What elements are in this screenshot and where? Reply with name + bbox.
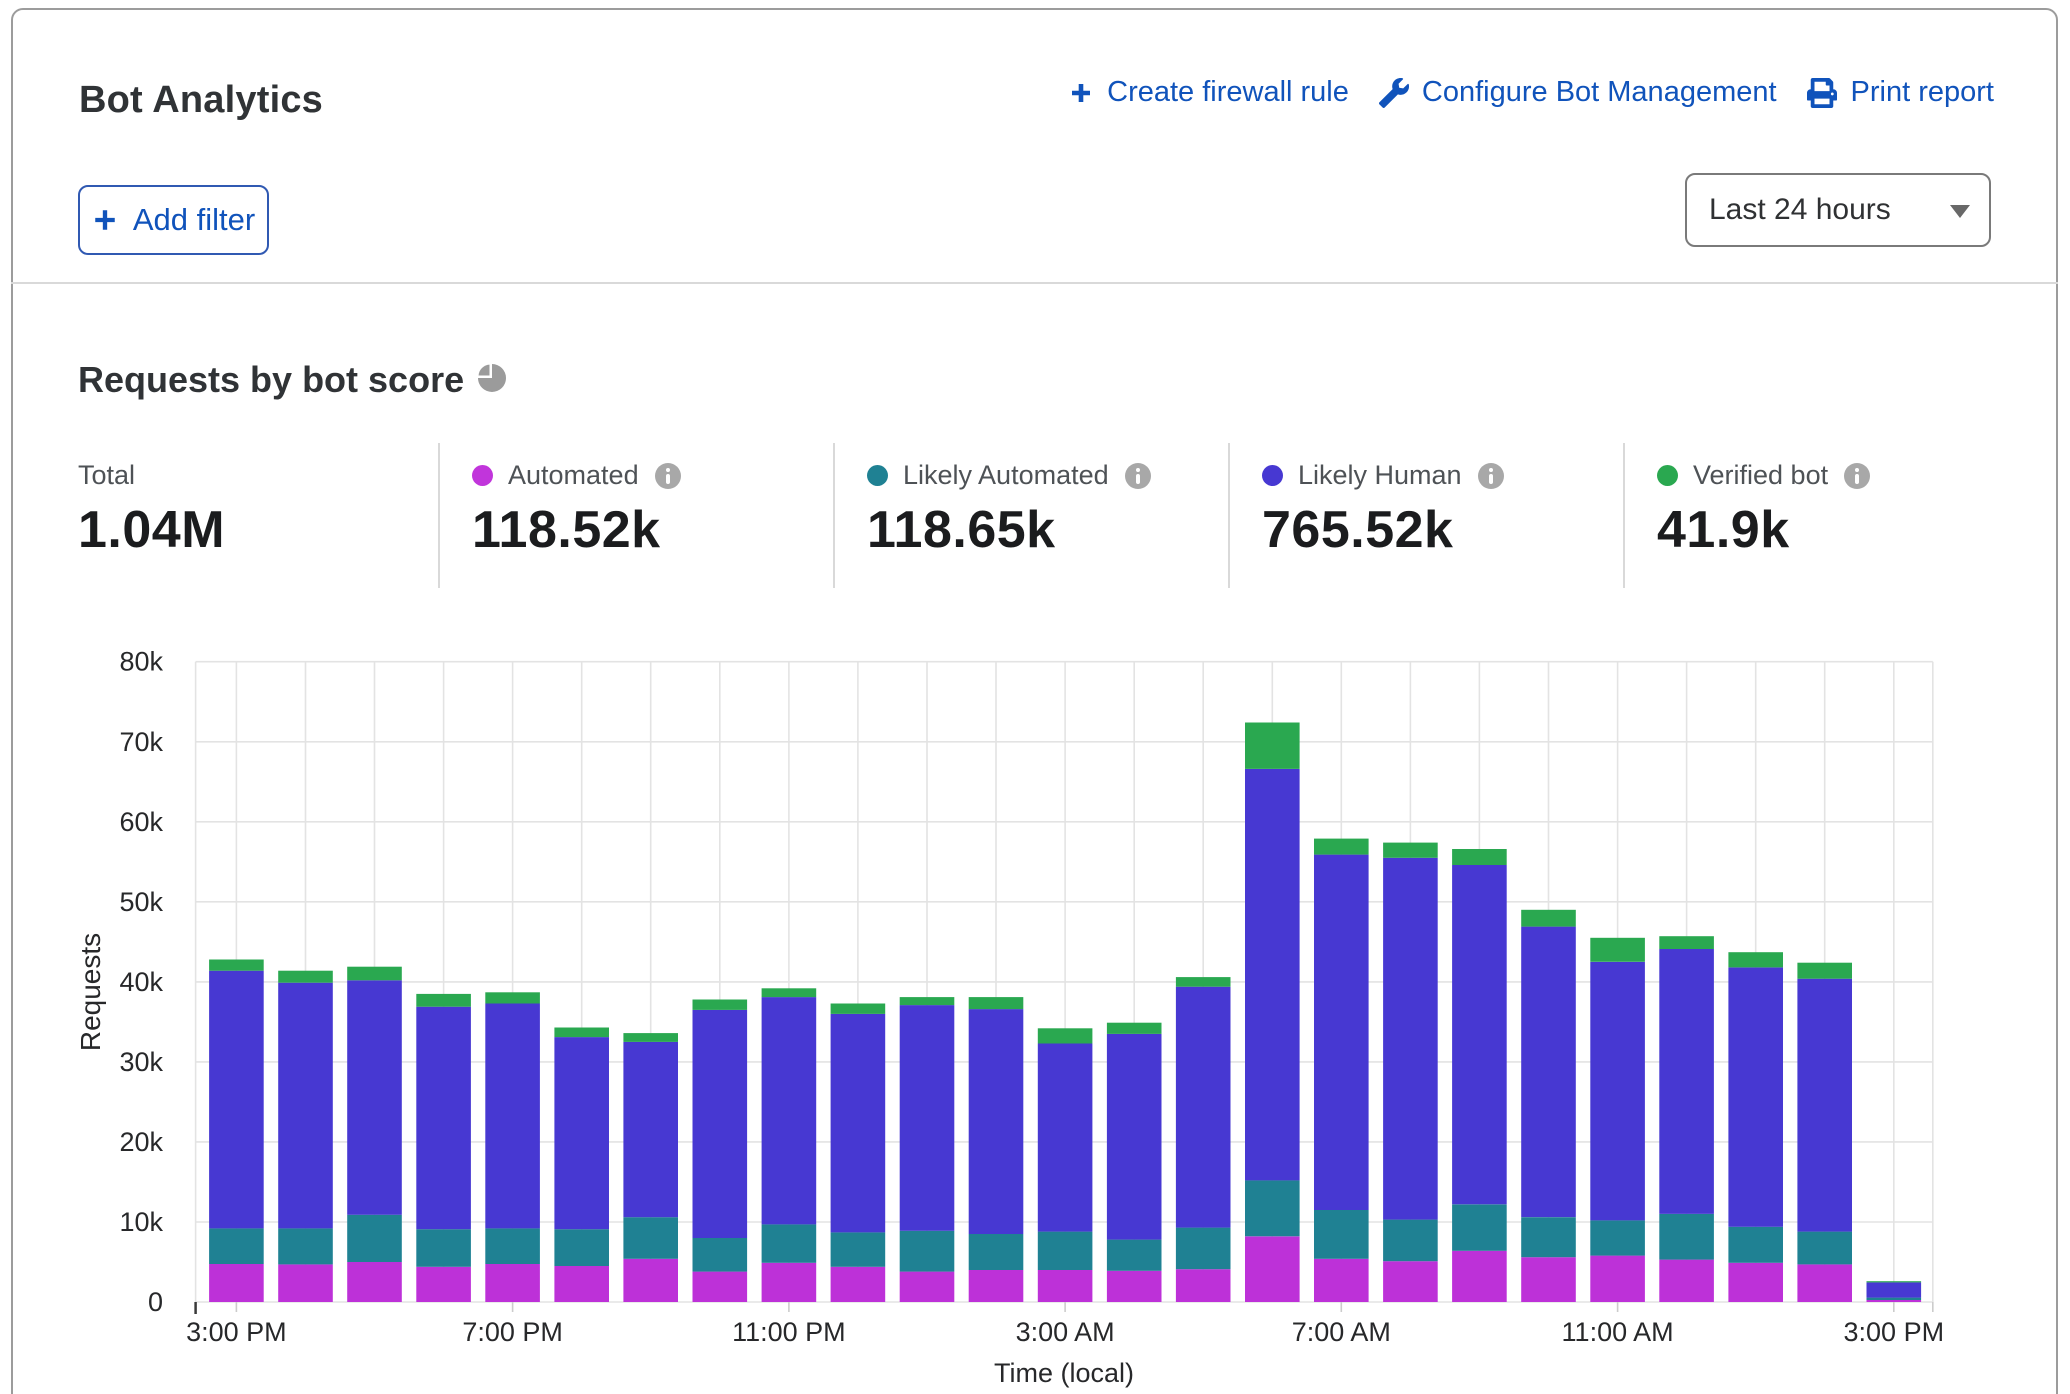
svg-text:11:00 AM: 11:00 AM	[1562, 1317, 1674, 1347]
svg-text:10k: 10k	[119, 1207, 163, 1237]
svg-text:40k: 40k	[119, 967, 163, 997]
svg-text:7:00 AM: 7:00 AM	[1292, 1317, 1391, 1347]
svg-text:60k: 60k	[119, 807, 163, 837]
svg-text:0: 0	[148, 1287, 163, 1317]
svg-text:11:00 PM: 11:00 PM	[732, 1317, 846, 1347]
svg-text:70k: 70k	[119, 727, 163, 757]
svg-text:Requests: Requests	[75, 933, 106, 1051]
svg-text:3:00 AM: 3:00 AM	[1016, 1317, 1115, 1347]
svg-text:7:00 PM: 7:00 PM	[462, 1317, 563, 1347]
svg-text:50k: 50k	[119, 887, 163, 917]
svg-text:3:00 PM: 3:00 PM	[1844, 1317, 1945, 1347]
svg-text:30k: 30k	[119, 1047, 163, 1077]
svg-text:3:00 PM: 3:00 PM	[186, 1317, 287, 1347]
svg-text:80k: 80k	[119, 647, 163, 677]
svg-text:Time (local): Time (local)	[994, 1358, 1134, 1388]
svg-text:20k: 20k	[119, 1127, 163, 1157]
